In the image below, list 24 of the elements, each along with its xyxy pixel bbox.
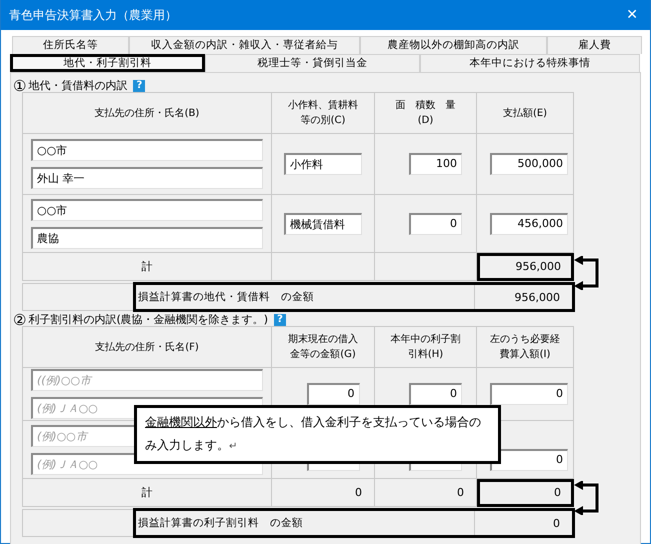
section-number: ② (13, 312, 26, 328)
total-label: 計 (23, 253, 272, 281)
total-value: 956,000 (477, 253, 574, 281)
column-header: 小作料、賃耕料等の別(C) (287, 98, 359, 128)
total-value: 0 (375, 479, 477, 507)
column-header: 支払先の住所・氏名(F) (95, 340, 199, 354)
total-label: 計 (23, 479, 272, 507)
section-title: 利子割引料の内訳(農協・金融機関を除きます。) (28, 312, 268, 327)
total-value: 0 (477, 479, 574, 507)
column-header: 本年中の利子割引料(H) (390, 332, 462, 362)
summary-value: 0 (552, 516, 561, 532)
summary-label: 損益計算書の地代・賃借料 の金額 (134, 284, 475, 310)
column-header: 期末現在の借入金等の金額(G) (287, 332, 359, 362)
column-header: 支払先の住所・氏名(B) (94, 106, 200, 120)
column-header: 左のうち必要経費算入額(I) (489, 332, 561, 362)
column-header: 支払額(E) (502, 106, 548, 120)
section-number: ① (13, 78, 26, 94)
summary-label: 損益計算書の利子割引料 の金額 (134, 510, 475, 536)
window-title: 青色申告決算書入力（農業用） (9, 6, 177, 24)
summary-value: 956,000 (514, 290, 561, 306)
total-value: 0 (272, 479, 375, 507)
hint-tooltip: 金融機関以外から借入をし、借入金利子を支払っている場合のみ入力します。↵ (134, 405, 501, 464)
column-header: 面 積数 量(D) (394, 98, 456, 128)
section-title: 地代・賃借料の内訳 (28, 78, 128, 93)
